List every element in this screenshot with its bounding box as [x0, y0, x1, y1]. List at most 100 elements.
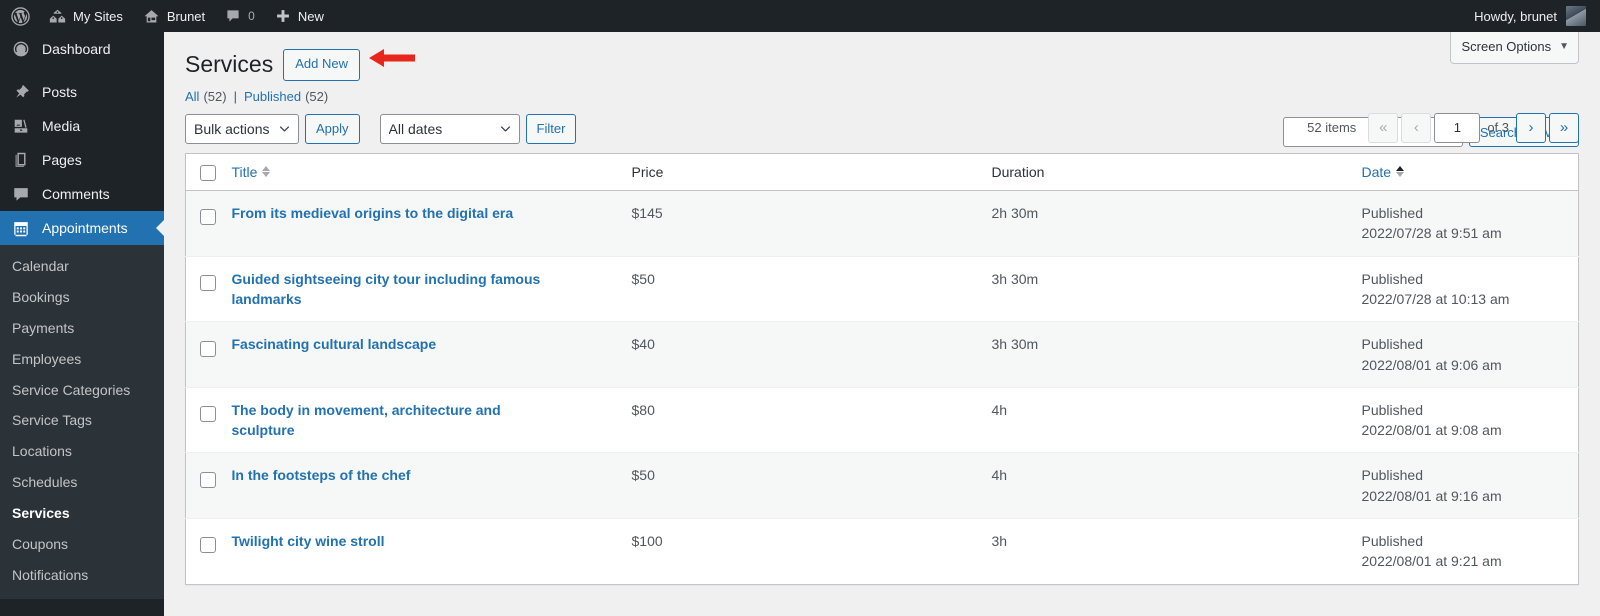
row-select-cell — [185, 386, 222, 453]
view-link-published[interactable]: Published — [244, 89, 301, 104]
my-sites-menu[interactable]: My Sites — [39, 0, 133, 32]
main-content: Screen Options ▼ Services Add New All (5… — [164, 32, 1600, 616]
bulk-actions-select[interactable]: Bulk actions — [185, 113, 299, 144]
service-title-link[interactable]: Twilight city wine stroll — [232, 531, 385, 551]
column-label-date: Date — [1361, 163, 1392, 180]
row-price-cell: $50 — [621, 452, 982, 519]
next-page-button[interactable]: › — [1516, 112, 1546, 143]
row-date-stamp: 2022/08/01 at 9:06 am — [1361, 356, 1502, 373]
site-name-menu[interactable]: Brunet — [133, 0, 215, 32]
row-checkbox[interactable] — [200, 471, 216, 488]
table-row[interactable]: Fascinating cultural landscape $40 3h 30… — [185, 321, 1579, 388]
sidebar-subitem-payments[interactable]: Payments — [0, 313, 164, 344]
view-link-all[interactable]: All — [185, 89, 199, 104]
sidebar-subitem-service-categories[interactable]: Service Categories — [0, 375, 164, 406]
last-page-button[interactable]: » — [1549, 112, 1579, 143]
my-account-menu[interactable]: Howdy, brunet — [1464, 0, 1600, 32]
row-date-status: Published — [1361, 401, 1424, 418]
row-date-status: Published — [1361, 205, 1424, 222]
total-pages-label: of 3 — [1487, 120, 1509, 136]
row-date-stamp: 2022/08/01 at 9:21 am — [1361, 553, 1502, 570]
row-duration-cell: 3h — [981, 518, 1352, 585]
date-filter-select[interactable]: All dates — [379, 113, 520, 144]
row-checkbox[interactable] — [200, 340, 216, 357]
new-content-menu[interactable]: New — [265, 0, 334, 32]
sidebar-item-posts[interactable]: Posts — [0, 75, 164, 109]
apply-button[interactable]: Apply — [305, 113, 360, 144]
sidebar-separator-1 — [0, 66, 164, 75]
filter-button[interactable]: Filter — [525, 113, 577, 144]
views-filter-links: All (52) | Published (52) — [185, 89, 1579, 104]
pin-icon — [11, 83, 31, 101]
column-header-title[interactable]: Title — [221, 153, 622, 192]
row-title-cell: Guided sightseeing city tour including f… — [221, 255, 622, 322]
service-title-link[interactable]: Guided sightseeing city tour including f… — [232, 269, 562, 310]
sort-title-link[interactable]: Title — [232, 164, 271, 180]
service-title-link[interactable]: In the footsteps of the chef — [232, 465, 411, 485]
table-head: Title Price Duration Date — [185, 153, 1579, 192]
row-title-cell: In the footsteps of the chef — [221, 452, 622, 519]
select-all-checkbox[interactable] — [200, 165, 216, 182]
column-header-date[interactable]: Date — [1351, 153, 1579, 192]
sidebar-item-media[interactable]: Media — [0, 109, 164, 143]
row-checkbox[interactable] — [200, 209, 216, 226]
row-checkbox[interactable] — [200, 406, 216, 423]
annotation-arrow-icon — [367, 46, 417, 70]
row-duration-cell: 4h — [981, 386, 1352, 453]
row-price-cell: $145 — [621, 190, 982, 257]
row-date-status: Published — [1361, 270, 1424, 287]
howdy-label: Howdy, brunet — [1474, 8, 1557, 24]
wordpress-logo-menu[interactable] — [0, 0, 39, 32]
current-page-input[interactable]: 1 — [1434, 112, 1481, 143]
sidebar-label-comments: Comments — [42, 186, 110, 202]
row-date-cell: Published 2022/07/28 at 9:51 am — [1351, 190, 1579, 257]
column-header-duration: Duration — [981, 153, 1352, 192]
sidebar-subitem-coupons[interactable]: Coupons — [0, 529, 164, 560]
service-title-link[interactable]: Fascinating cultural landscape — [232, 334, 437, 354]
comment-count: 0 — [248, 9, 255, 23]
row-price-cell: $50 — [621, 255, 982, 322]
table-row[interactable]: From its medieval origins to the digital… — [185, 190, 1579, 257]
table-body: From its medieval origins to the digital… — [185, 190, 1579, 585]
first-page-button[interactable]: « — [1368, 112, 1399, 143]
table-row[interactable]: The body in movement, architecture and s… — [185, 386, 1579, 453]
sidebar-item-pages[interactable]: Pages — [0, 143, 164, 177]
service-title-link[interactable]: The body in movement, architecture and s… — [232, 400, 562, 441]
add-new-button[interactable]: Add New — [283, 49, 360, 81]
sidebar-item-comments[interactable]: Comments — [0, 177, 164, 211]
sidebar-subitem-services[interactable]: Services — [0, 498, 164, 529]
sidebar-subitem-employees[interactable]: Employees — [0, 344, 164, 375]
sort-date-link[interactable]: Date — [1362, 164, 1405, 180]
sidebar-subitem-bookings[interactable]: Bookings — [0, 282, 164, 313]
sites-icon — [49, 8, 66, 25]
row-checkbox[interactable] — [200, 274, 216, 291]
sidebar-item-appointments[interactable]: Appointments — [0, 211, 164, 245]
site-name-label: Brunet — [166, 8, 206, 24]
media-icon — [11, 117, 31, 135]
table-row[interactable]: In the footsteps of the chef $50 4h Publ… — [185, 452, 1579, 519]
table-row[interactable]: Guided sightseeing city tour including f… — [185, 255, 1579, 322]
select-all-header — [185, 153, 222, 192]
row-date-cell: Published 2022/08/01 at 9:21 am — [1351, 518, 1579, 585]
row-select-cell — [185, 452, 222, 519]
row-price-cell: $80 — [621, 386, 982, 453]
sidebar-subitem-calendar[interactable]: Calendar — [0, 251, 164, 282]
sidebar-subitem-locations[interactable]: Locations — [0, 436, 164, 467]
sort-indicator-icon — [1396, 166, 1405, 178]
row-title-cell: From its medieval origins to the digital… — [221, 190, 622, 257]
comments-bubble[interactable]: 0 — [215, 0, 265, 32]
sidebar-subitem-service-tags[interactable]: Service Tags — [0, 405, 164, 436]
sidebar-item-dashboard[interactable]: Dashboard — [0, 32, 164, 66]
row-date-stamp: 2022/07/28 at 9:51 am — [1361, 225, 1502, 242]
comment-bubble-icon — [225, 8, 241, 24]
table-row[interactable]: Twilight city wine stroll $100 3h Publis… — [185, 518, 1579, 585]
row-checkbox[interactable] — [200, 537, 216, 554]
service-title-link[interactable]: From its medieval origins to the digital… — [232, 203, 514, 223]
row-duration-cell: 3h 30m — [981, 321, 1352, 388]
row-duration-cell: 3h 30m — [981, 255, 1352, 322]
row-select-cell — [185, 255, 222, 322]
prev-page-button[interactable]: ‹ — [1401, 112, 1432, 143]
column-header-price: Price — [621, 153, 982, 192]
sidebar-subitem-schedules[interactable]: Schedules — [0, 467, 164, 498]
sidebar-subitem-notifications[interactable]: Notifications — [0, 560, 164, 591]
